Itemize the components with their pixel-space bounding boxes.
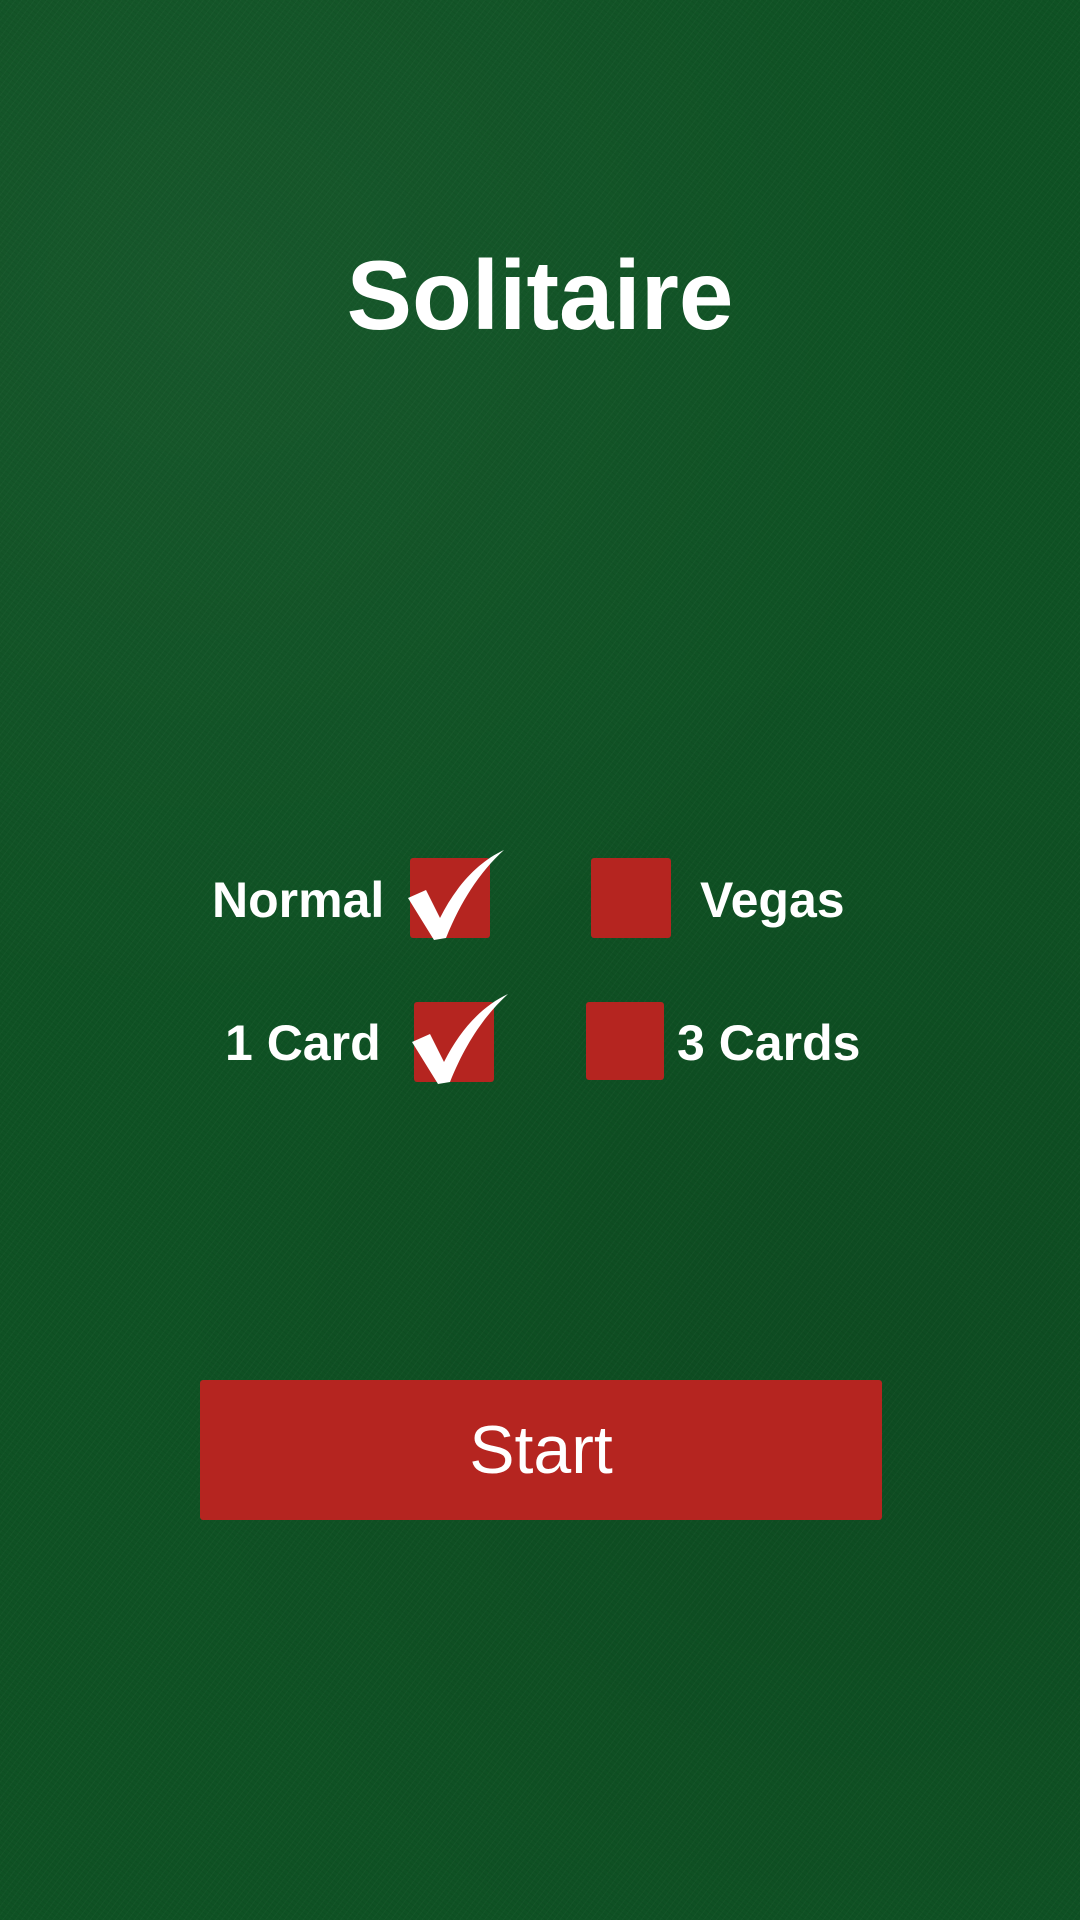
normal-label: Normal [212,872,385,928]
one-card-label: 1 Card [225,1015,381,1071]
three-cards-checkbox[interactable] [586,1002,664,1080]
normal-checkbox[interactable] [410,858,490,938]
vegas-label: Vegas [700,872,845,928]
game-title: Solitaire [346,240,734,350]
start-button[interactable]: Start [200,1380,882,1520]
vegas-checkbox[interactable] [591,858,671,938]
one-card-checkbox[interactable] [414,1002,494,1082]
three-cards-label: 3 Cards [677,1015,861,1071]
